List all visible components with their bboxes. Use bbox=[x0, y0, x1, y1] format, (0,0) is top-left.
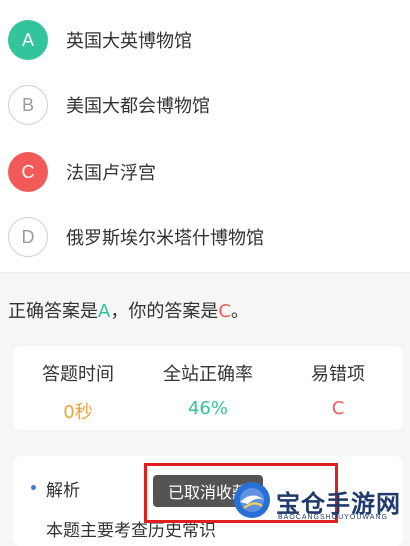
stat-rate: 全站正确率 46% bbox=[143, 360, 273, 419]
watermark-subtext: BAOCANGSHOUYOUWANG bbox=[278, 514, 388, 521]
answer-suffix: 。 bbox=[230, 301, 249, 322]
option-d-text: 俄罗斯埃尔米塔什博物馆 bbox=[66, 228, 264, 249]
stat-error-label: 易错项 bbox=[311, 364, 365, 385]
analysis-title: 解析 bbox=[46, 481, 80, 501]
answer-summary: 正确答案是A，你的答案是C。 bbox=[8, 297, 249, 323]
analysis-bullet bbox=[31, 485, 36, 490]
your-answer: C bbox=[218, 301, 231, 322]
option-d[interactable]: D 俄罗斯埃尔米塔什博物馆 bbox=[0, 212, 410, 262]
option-c-badge: C bbox=[8, 152, 48, 192]
stat-time-label: 答题时间 bbox=[42, 364, 114, 385]
option-c-text: 法国卢浮宫 bbox=[66, 163, 156, 184]
option-b[interactable]: B 美国大都会博物馆 bbox=[0, 80, 410, 130]
watermark-logo-icon bbox=[234, 482, 270, 518]
correct-answer: A bbox=[98, 301, 111, 322]
stat-error-value: C bbox=[331, 398, 345, 419]
stats-card: 答题时间 0秒 全站正确率 46% 易错项 C bbox=[13, 346, 403, 430]
option-c[interactable]: C 法国卢浮宫 bbox=[0, 147, 410, 197]
stat-time-value: 0秒 bbox=[63, 402, 93, 423]
watermark: 宝仓手游网 BAOCANGSHOUYOUWANG bbox=[232, 478, 408, 526]
stat-time: 答题时间 0秒 bbox=[13, 360, 143, 424]
analysis-body: 本题主要考查历史常识 bbox=[46, 521, 216, 541]
answer-middle: ，你的答案是 bbox=[110, 301, 219, 322]
options-list: A 英国大英博物馆 B 美国大都会博物馆 C 法国卢浮宫 D 俄罗斯埃尔米塔什博… bbox=[0, 0, 410, 273]
stat-error: 易错项 C bbox=[273, 360, 403, 419]
option-a-text: 英国大英博物馆 bbox=[66, 31, 192, 52]
option-a-badge: A bbox=[8, 20, 48, 60]
stat-rate-label: 全站正确率 bbox=[163, 364, 253, 385]
option-b-text: 美国大都会博物馆 bbox=[66, 96, 210, 117]
answer-prefix: 正确答案是 bbox=[8, 301, 98, 322]
option-a[interactable]: A 英国大英博物馆 bbox=[0, 15, 410, 65]
option-b-badge: B bbox=[8, 85, 48, 125]
option-d-badge: D bbox=[8, 217, 48, 257]
stat-rate-value: 46% bbox=[187, 398, 228, 419]
